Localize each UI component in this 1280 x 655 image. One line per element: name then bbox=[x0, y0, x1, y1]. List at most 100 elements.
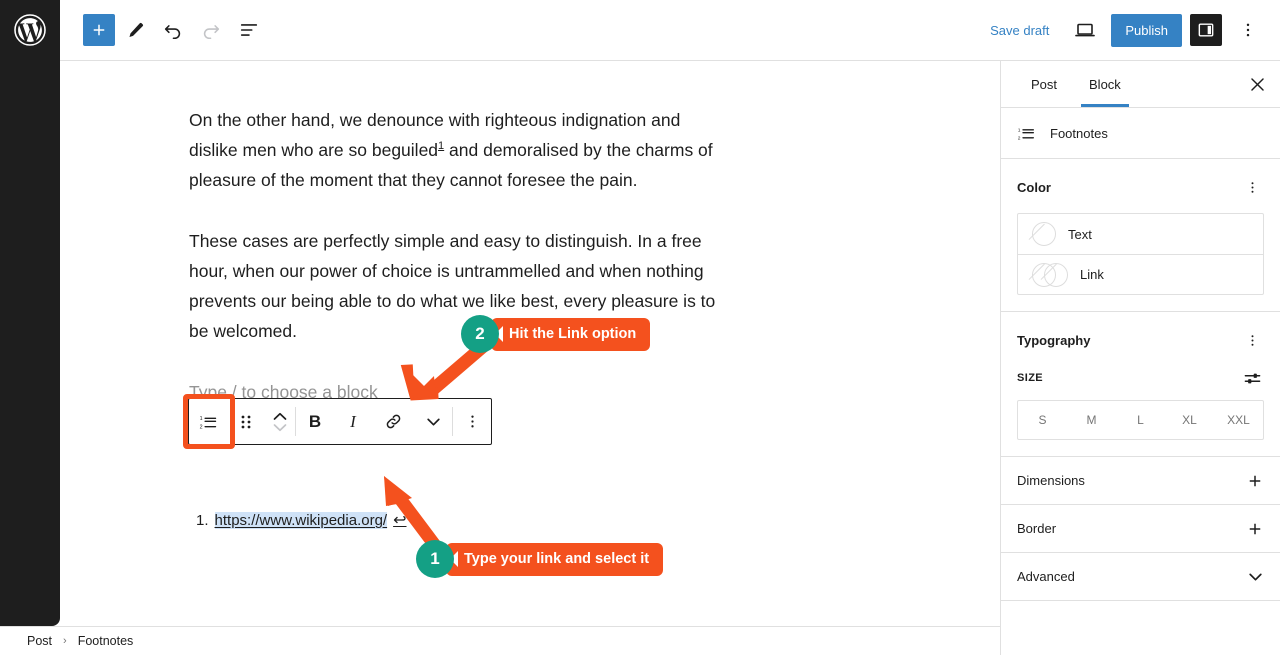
kebab-menu-icon bbox=[1251, 181, 1253, 193]
drag-handle[interactable] bbox=[227, 399, 265, 444]
panel-advanced[interactable]: Advanced bbox=[1001, 553, 1280, 601]
editor-left-rail bbox=[0, 0, 60, 626]
font-size-option-l[interactable]: L bbox=[1116, 401, 1165, 439]
breadcrumb: Post › Footnotes bbox=[0, 626, 1000, 655]
color-row-text-label: Text bbox=[1068, 226, 1092, 242]
annotation-step-2-label: Hit the Link option bbox=[491, 317, 651, 351]
typography-panel-header: Typography bbox=[1017, 328, 1264, 352]
pencil-icon bbox=[128, 22, 143, 37]
font-size-option-m[interactable]: M bbox=[1067, 401, 1116, 439]
link-button[interactable] bbox=[372, 399, 414, 444]
font-size-option-s[interactable]: S bbox=[1018, 401, 1067, 439]
annotation-step-2-badge: 2 bbox=[461, 315, 499, 353]
kebab-menu-icon bbox=[470, 415, 474, 428]
publish-button[interactable]: Publish bbox=[1111, 13, 1182, 47]
footnote-link-text[interactable]: https://www.wikipedia.org/ bbox=[214, 512, 388, 529]
wordpress-logo-glyph bbox=[14, 14, 46, 46]
footnote-list-item[interactable]: 1. https://www.wikipedia.org/ ↩ bbox=[196, 510, 720, 530]
kebab-menu-icon bbox=[1251, 334, 1253, 346]
top-bar-tools bbox=[60, 12, 267, 48]
plus-icon bbox=[1249, 523, 1261, 534]
block-format-toolbar: 1 2 B I bbox=[188, 398, 492, 445]
panel-border-label: Border bbox=[1017, 521, 1057, 536]
editor-top-bar: Save draft Publish bbox=[0, 0, 1280, 61]
chevron-down-icon bbox=[426, 418, 440, 426]
bold-button[interactable]: B bbox=[296, 399, 334, 444]
footnote-item-number: 1. bbox=[196, 512, 209, 529]
close-sidebar-button[interactable] bbox=[1234, 61, 1280, 107]
svg-text:1: 1 bbox=[1018, 127, 1021, 133]
tab-post[interactable]: Post bbox=[1015, 61, 1073, 107]
more-formatting-button[interactable] bbox=[414, 399, 452, 444]
plus-icon bbox=[93, 24, 105, 36]
redo-arrow-icon bbox=[203, 25, 220, 40]
settings-sidebar: Post Block 1 2 Footnotes Color Text Link… bbox=[1000, 61, 1280, 655]
block-toolbar-group-block: 1 2 bbox=[189, 399, 295, 444]
plus-icon bbox=[1249, 475, 1261, 486]
edit-tool-button[interactable] bbox=[117, 12, 153, 48]
editor-options-button[interactable] bbox=[1230, 12, 1266, 48]
selected-block-name: Footnotes bbox=[1050, 125, 1108, 141]
footnotes-icon: 1 2 bbox=[1018, 127, 1034, 141]
annotation-step-1: 1 Type your link and select it bbox=[416, 540, 664, 578]
svg-text:2: 2 bbox=[1018, 135, 1021, 141]
paragraph-block-1[interactable]: On the other hand, we denounce with righ… bbox=[189, 105, 720, 195]
svg-text:1: 1 bbox=[200, 416, 203, 422]
color-panel: Color Text Link bbox=[1001, 159, 1280, 312]
font-size-option-xxl[interactable]: XXL bbox=[1214, 401, 1263, 439]
color-panel-title: Color bbox=[1017, 179, 1051, 195]
preview-button[interactable] bbox=[1067, 12, 1103, 48]
breadcrumb-item-post[interactable]: Post bbox=[27, 634, 52, 648]
drag-dots-icon bbox=[241, 415, 251, 428]
italic-button[interactable]: I bbox=[334, 399, 372, 444]
typography-panel-options-button[interactable] bbox=[1240, 328, 1264, 352]
sliders-icon bbox=[1244, 373, 1260, 383]
settings-panel-icon bbox=[1198, 23, 1214, 37]
block-toolbar-group-format: B I bbox=[296, 399, 452, 444]
breadcrumb-item-footnotes[interactable]: Footnotes bbox=[78, 634, 134, 648]
redo-button[interactable] bbox=[193, 12, 229, 48]
undo-arrow-icon bbox=[164, 25, 181, 40]
tab-block[interactable]: Block bbox=[1073, 61, 1137, 107]
color-row-text[interactable]: Text bbox=[1018, 214, 1263, 254]
color-row-link[interactable]: Link bbox=[1018, 254, 1263, 294]
block-toolbar-group-options bbox=[453, 399, 491, 444]
return-arrow-icon[interactable]: ↩ bbox=[393, 510, 406, 530]
block-type-footnotes-button[interactable]: 1 2 bbox=[189, 399, 227, 444]
chevron-up-icon bbox=[273, 412, 287, 420]
panel-advanced-label: Advanced bbox=[1017, 569, 1075, 584]
top-bar-actions: Save draft Publish bbox=[980, 12, 1280, 48]
save-draft-button[interactable]: Save draft bbox=[980, 17, 1059, 44]
color-panel-header: Color bbox=[1017, 175, 1264, 199]
font-size-label-row: SIZE bbox=[1017, 366, 1264, 390]
selected-block-row: 1 2 Footnotes bbox=[1001, 108, 1280, 159]
add-block-button[interactable] bbox=[83, 14, 115, 46]
laptop-preview-icon bbox=[1075, 23, 1096, 37]
panel-dimensions-label: Dimensions bbox=[1017, 473, 1085, 488]
font-size-option-xl[interactable]: XL bbox=[1165, 401, 1214, 439]
font-size-label: SIZE bbox=[1017, 372, 1044, 384]
post-content: On the other hand, we denounce with righ… bbox=[60, 61, 720, 530]
annotation-step-1-badge: 1 bbox=[416, 540, 454, 578]
block-options-button[interactable] bbox=[453, 399, 491, 444]
color-panel-options-button[interactable] bbox=[1240, 175, 1264, 199]
document-overview-button[interactable] bbox=[231, 12, 267, 48]
font-size-settings-button[interactable] bbox=[1240, 366, 1264, 390]
annotation-step-2: 2 Hit the Link option bbox=[461, 315, 651, 353]
undo-button[interactable] bbox=[155, 12, 191, 48]
settings-sidebar-toggle[interactable] bbox=[1190, 14, 1222, 46]
move-up-down-button[interactable] bbox=[265, 399, 295, 444]
panel-dimensions[interactable]: Dimensions bbox=[1001, 457, 1280, 505]
panel-border[interactable]: Border bbox=[1001, 505, 1280, 553]
chevron-down-icon bbox=[1249, 573, 1262, 581]
footnotes-icon: 1 2 bbox=[200, 416, 217, 430]
wordpress-logo-icon[interactable] bbox=[0, 0, 60, 61]
chevron-down-icon bbox=[273, 423, 287, 431]
kebab-menu-icon bbox=[1246, 23, 1250, 37]
link-color-swatch-icon bbox=[1032, 262, 1068, 287]
text-color-swatch-icon bbox=[1032, 222, 1056, 246]
link-icon bbox=[386, 414, 400, 429]
annotation-step-1-label: Type your link and select it bbox=[446, 542, 664, 576]
footnotes-block[interactable]: 1. https://www.wikipedia.org/ ↩ bbox=[189, 510, 720, 530]
svg-text:2: 2 bbox=[200, 424, 203, 430]
